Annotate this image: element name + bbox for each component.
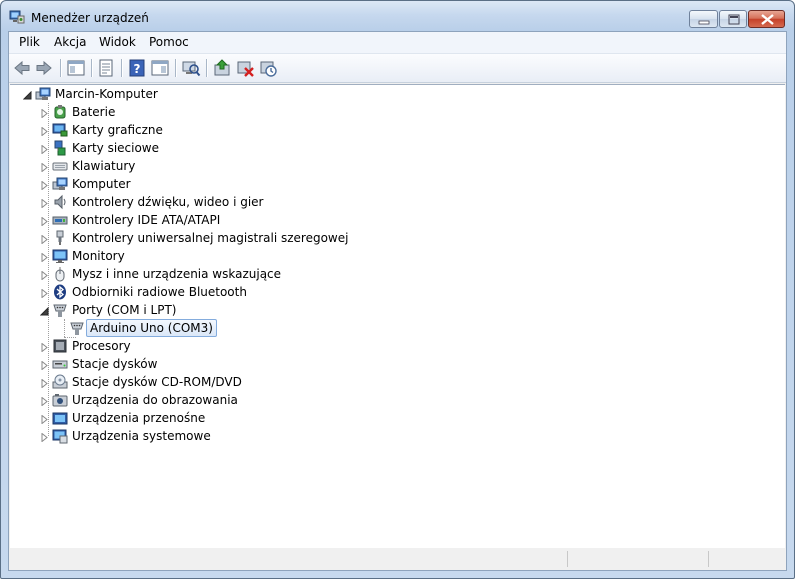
client-area: Plik Akcja Widok Pomoc ? Marcin-Komputer… bbox=[8, 31, 787, 571]
disk-drive-icon bbox=[52, 356, 68, 372]
tree-node-label: Mysz i inne urządzenia wskazujące bbox=[72, 267, 282, 281]
minimize-icon bbox=[698, 20, 710, 25]
expand-arrow-icon[interactable] bbox=[40, 125, 49, 137]
expand-arrow-icon[interactable] bbox=[40, 287, 49, 299]
expand-arrow-icon[interactable] bbox=[40, 269, 49, 281]
computer-icon bbox=[35, 86, 51, 102]
portable-device-icon bbox=[52, 410, 68, 426]
expand-arrow-icon[interactable] bbox=[40, 413, 49, 425]
collapse-arrow-icon[interactable] bbox=[39, 305, 49, 316]
menu-plik[interactable]: Plik bbox=[19, 35, 40, 49]
menu-bar: Plik Akcja Widok Pomoc bbox=[9, 32, 786, 54]
tree-node-label: Kontrolery IDE ATA/ATAPI bbox=[72, 213, 221, 227]
tree-node-label: Monitory bbox=[72, 249, 125, 263]
tree-node-label: Arduino Uno (COM3) bbox=[86, 319, 217, 337]
battery-icon bbox=[52, 104, 68, 120]
expand-arrow-icon[interactable] bbox=[40, 395, 49, 407]
status-pane-3 bbox=[708, 551, 786, 567]
help-icon[interactable]: ? bbox=[127, 58, 147, 78]
tree-node-label: Karty sieciowe bbox=[72, 141, 160, 155]
collapse-arrow-icon[interactable] bbox=[22, 89, 32, 100]
maximize-icon bbox=[728, 14, 740, 25]
properties-icon[interactable] bbox=[96, 58, 116, 78]
menu-pomoc[interactable]: Pomoc bbox=[149, 35, 189, 49]
keyboard-icon bbox=[52, 158, 68, 174]
tree-node-label: Baterie bbox=[72, 105, 116, 119]
back-icon[interactable] bbox=[12, 58, 32, 78]
port-icon bbox=[69, 320, 85, 336]
show-hide-action-pane-icon[interactable] bbox=[150, 58, 170, 78]
cdrom-icon bbox=[52, 374, 68, 390]
expand-arrow-icon[interactable] bbox=[40, 143, 49, 155]
system-device-icon bbox=[52, 428, 68, 444]
expand-arrow-icon[interactable] bbox=[40, 197, 49, 209]
bluetooth-icon bbox=[52, 284, 68, 300]
status-bar bbox=[9, 548, 786, 570]
tree-node-label: Kontrolery uniwersalnej magistrali szere… bbox=[72, 231, 349, 245]
status-pane-2 bbox=[567, 551, 708, 567]
expand-arrow-icon[interactable] bbox=[40, 233, 49, 245]
tree-node-label: Komputer bbox=[72, 177, 131, 191]
scan-hardware-changes-icon[interactable] bbox=[181, 58, 201, 78]
expand-arrow-icon[interactable] bbox=[40, 161, 49, 173]
expand-arrow-icon[interactable] bbox=[40, 179, 49, 191]
tree-node-label: Urządzenia systemowe bbox=[72, 429, 211, 443]
forward-icon[interactable] bbox=[34, 58, 54, 78]
device-manager-icon bbox=[9, 10, 25, 24]
tree-node-label: Urządzenia do obrazowania bbox=[72, 393, 238, 407]
speaker-icon bbox=[52, 194, 68, 210]
svg-text:?: ? bbox=[134, 62, 141, 76]
expand-arrow-icon[interactable] bbox=[40, 431, 49, 443]
expand-arrow-icon[interactable] bbox=[40, 359, 49, 371]
tree-node-label: Odbiorniki radiowe Bluetooth bbox=[72, 285, 247, 299]
expand-arrow-icon[interactable] bbox=[40, 215, 49, 227]
expand-arrow-icon[interactable] bbox=[40, 377, 49, 389]
display-adapter-icon bbox=[52, 122, 68, 138]
maximize-button[interactable] bbox=[719, 10, 747, 28]
window-title: Menedżer urządzeń bbox=[31, 11, 149, 25]
uninstall-device-icon[interactable] bbox=[235, 58, 255, 78]
tree-node-label: Karty graficzne bbox=[72, 123, 163, 137]
tree-node-label: Klawiatury bbox=[72, 159, 136, 173]
tree-node-label: Marcin-Komputer bbox=[55, 87, 158, 101]
toolbar: ? bbox=[9, 54, 786, 83]
tree-node-label: Stacje dysków CD-ROM/DVD bbox=[72, 375, 242, 389]
status-pane-main bbox=[9, 551, 566, 567]
computer-icon bbox=[52, 176, 68, 192]
port-icon bbox=[52, 302, 68, 318]
camera-icon bbox=[52, 392, 68, 408]
expand-arrow-icon[interactable] bbox=[40, 107, 49, 119]
device-tree[interactable]: Marcin-Komputer Baterie Karty graficzne Kar… bbox=[10, 84, 785, 549]
update-driver-icon[interactable] bbox=[212, 58, 232, 78]
tree-node-label: Urządzenia przenośne bbox=[72, 411, 206, 425]
network-adapter-icon bbox=[52, 140, 68, 156]
ide-controller-icon bbox=[52, 212, 68, 228]
close-button[interactable] bbox=[748, 10, 785, 28]
tree-node-label: Kontrolery dźwięku, wideo i gier bbox=[72, 195, 264, 209]
show-hide-console-tree-icon[interactable] bbox=[66, 58, 86, 78]
monitor-icon bbox=[52, 248, 68, 264]
tree-node-label: Stacje dysków bbox=[72, 357, 158, 371]
tree-node-label: Porty (COM i LPT) bbox=[72, 303, 177, 317]
usb-plug-icon bbox=[52, 230, 68, 246]
menu-widok[interactable]: Widok bbox=[99, 35, 136, 49]
close-icon bbox=[761, 14, 774, 25]
mouse-icon bbox=[52, 266, 68, 282]
device-manager-window: Menedżer urządzeń Plik Akcja Widok Pomoc bbox=[0, 0, 795, 579]
menu-akcja[interactable]: Akcja bbox=[54, 35, 86, 49]
title-bar[interactable]: Menedżer urządzeń bbox=[1, 1, 794, 31]
processor-icon bbox=[52, 338, 68, 354]
tree-node-label: Procesory bbox=[72, 339, 131, 353]
expand-arrow-icon[interactable] bbox=[40, 251, 49, 263]
minimize-button[interactable] bbox=[689, 10, 718, 28]
expand-arrow-icon[interactable] bbox=[40, 341, 49, 353]
disable-device-icon[interactable] bbox=[258, 58, 278, 78]
